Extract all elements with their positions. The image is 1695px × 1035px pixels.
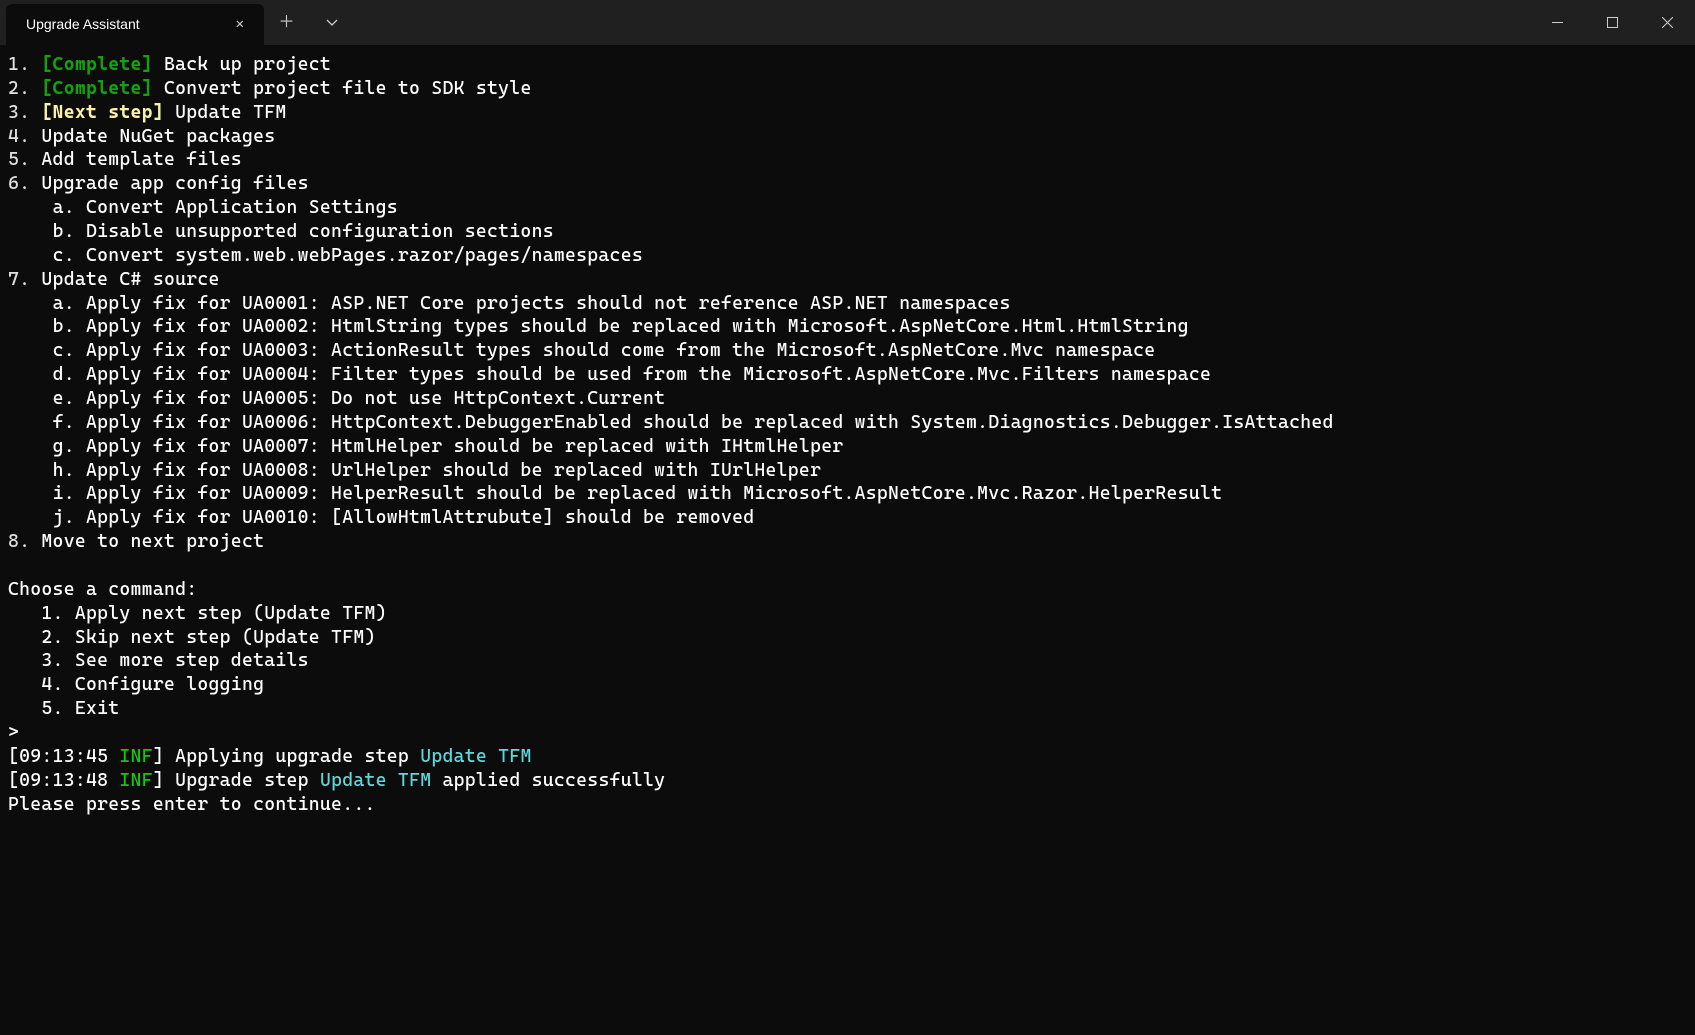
substep-line: h. Apply fix for UA0008: UrlHelper shoul… [8,459,1687,483]
step-line: 3. [Next step] Update TFM [8,101,1687,125]
step-line: 4. Update NuGet packages [8,125,1687,149]
command-option: 4. Configure logging [8,673,1687,697]
command-option: 5. Exit [8,697,1687,721]
step-line: 7. Update C# source [8,268,1687,292]
window-controls [1530,0,1695,45]
substep-line: g. Apply fix for UA0007: HtmlHelper shou… [8,435,1687,459]
step-line: 8. Move to next project [8,530,1687,554]
log-line: [09:13:45 INF] Applying upgrade step Upd… [8,745,1687,769]
maximize-button[interactable] [1585,0,1640,45]
substep-line: c. Apply fix for UA0003: ActionResult ty… [8,339,1687,363]
substep-line: f. Apply fix for UA0006: HttpContext.Deb… [8,411,1687,435]
substep-line: a. Convert Application Settings [8,196,1687,220]
log-line: [09:13:48 INF] Upgrade step Update TFM a… [8,769,1687,793]
blank-line [8,554,1687,578]
new-tab-button[interactable]: ＋ [264,12,309,33]
step-line: 1. [Complete] Back up project [8,53,1687,77]
command-option: 3. See more step details [8,649,1687,673]
close-window-button[interactable] [1640,0,1695,45]
substep-line: d. Apply fix for UA0004: Filter types sh… [8,363,1687,387]
substep-line: e. Apply fix for UA0005: Do not use Http… [8,387,1687,411]
command-option: 1. Apply next step (Update TFM) [8,602,1687,626]
substep-line: c. Convert system.web.webPages.razor/pag… [8,244,1687,268]
close-tab-icon[interactable]: ✕ [230,13,250,35]
step-line: 6. Upgrade app config files [8,172,1687,196]
terminal-tab[interactable]: Upgrade Assistant ✕ [6,4,264,45]
substep-line: a. Apply fix for UA0001: ASP.NET Core pr… [8,292,1687,316]
substep-line: b. Disable unsupported configuration sec… [8,220,1687,244]
prompt-line: > [8,721,1687,745]
step-line: 2. [Complete] Convert project file to SD… [8,77,1687,101]
tab-title: Upgrade Assistant [26,15,140,33]
step-line: 5. Add template files [8,148,1687,172]
tab-actions: ＋ [264,0,354,45]
titlebar: Upgrade Assistant ✕ ＋ [0,0,1695,45]
command-option: 2. Skip next step (Update TFM) [8,626,1687,650]
substep-line: b. Apply fix for UA0002: HtmlString type… [8,315,1687,339]
continue-prompt: Please press enter to continue... [8,793,1687,817]
command-header: Choose a command: [8,578,1687,602]
tab-dropdown-button[interactable] [309,17,354,29]
substep-line: i. Apply fix for UA0009: HelperResult sh… [8,482,1687,506]
terminal-output[interactable]: 1. [Complete] Back up project2. [Complet… [0,45,1695,825]
minimize-button[interactable] [1530,0,1585,45]
substep-line: j. Apply fix for UA0010: [AllowHtmlAttru… [8,506,1687,530]
